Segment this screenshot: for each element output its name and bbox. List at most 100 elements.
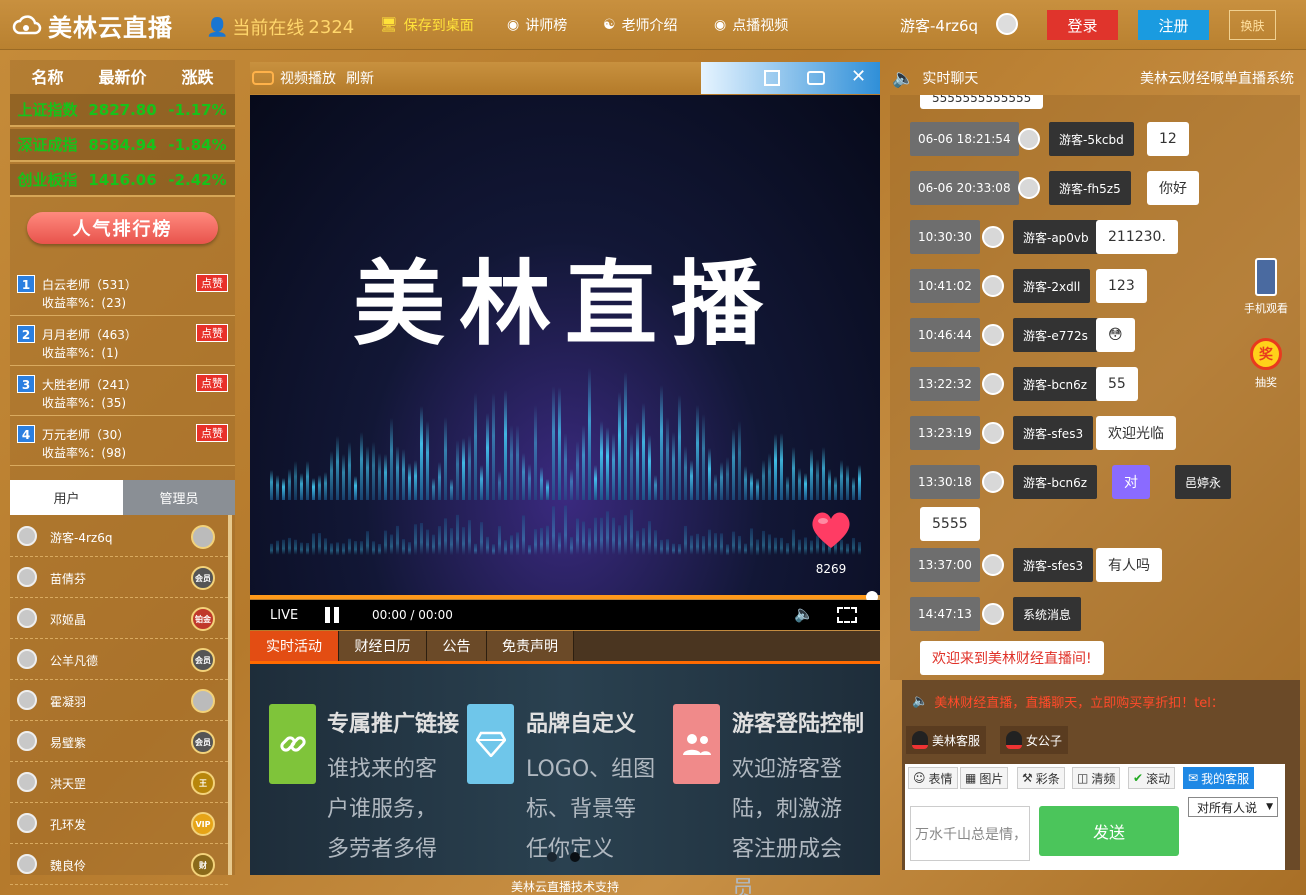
nav-teacher-rank[interactable]: ◉ 讲师榜 — [507, 15, 567, 35]
rank-number: 1 — [17, 275, 35, 293]
message-time: 13:22:32 — [910, 367, 980, 401]
message-nickname[interactable]: 游客-bcn6z — [1013, 465, 1098, 499]
nav-vod[interactable]: ◉ 点播视频 — [714, 15, 788, 35]
message-nickname[interactable]: 游客-sfes3 — [1013, 548, 1094, 582]
autoscroll-toggle[interactable]: ✔ 滚动 — [1128, 767, 1176, 789]
message-time: 10:41:02 — [910, 269, 980, 303]
user-list-item[interactable]: 公羊凡德 会员 — [10, 639, 228, 680]
index-change: -1.17% — [168, 100, 227, 119]
fullscreen-icon[interactable] — [837, 607, 857, 623]
message-nickname[interactable]: 游客-bcn6z — [1013, 367, 1098, 401]
time-display: 00:00 / 00:00 — [372, 608, 453, 622]
user-list-item[interactable]: 霍凝羽 — [10, 680, 228, 721]
message-nickname[interactable]: 游客-sfes3 — [1013, 416, 1094, 450]
index-row: 上证指数 2827.80 -1.17% — [10, 94, 235, 127]
nav-save-desktop[interactable]: 🖥 保存到桌面 — [380, 15, 474, 35]
promo-text: 欢迎游客登陆，刺激游客注册成会员 — [732, 757, 843, 895]
popout-icon[interactable] — [764, 70, 780, 86]
notice-text: 美林财经直播，直播聊天，立即购买享折扣！tel： — [934, 696, 1224, 711]
image-button[interactable]: ▦ 图片 — [960, 767, 1009, 789]
rank-name: 白云老师（531） — [42, 278, 137, 292]
tab-users[interactable]: 用户 — [10, 480, 123, 515]
user-name: 孔环发 — [50, 818, 87, 832]
clear-screen-button[interactable]: ◫ 清频 — [1072, 767, 1121, 789]
emoji-button[interactable]: ☺ 表情 — [908, 767, 958, 789]
user-list-item[interactable]: 孔环发 VIP — [10, 803, 228, 844]
speaker-icon: 🔈 — [892, 67, 915, 89]
skin-button[interactable]: 换肤 — [1229, 10, 1276, 40]
screenshot-icon[interactable] — [807, 71, 825, 85]
message-nickname[interactable]: 游客-ap0vb — [1013, 220, 1099, 254]
video-progress-bar[interactable] — [250, 595, 873, 599]
popularity-ranking-button[interactable]: 人气排行榜 — [27, 212, 218, 244]
pause-icon[interactable] — [325, 607, 339, 623]
index-row: 创业板指 1416.06 -2.42% — [10, 164, 235, 197]
tool-label: 清频 — [1091, 771, 1116, 786]
message-nickname[interactable]: 系统消息 — [1013, 597, 1082, 631]
promo-text: LOGO、组图标、背景等任你定义 — [526, 757, 656, 862]
index-row: 深证成指 8584.94 -1.84% — [10, 129, 235, 162]
lottery[interactable]: 奖 抽奖 — [1242, 338, 1290, 390]
like-button[interactable]: 点赞 — [196, 374, 228, 392]
nav-label: 讲师榜 — [525, 18, 568, 34]
index-change: -2.42% — [168, 170, 227, 189]
user-name: 霍凝羽 — [50, 695, 87, 709]
live-label: LIVE — [270, 608, 299, 623]
user-list-item[interactable]: 游客-4rz6q — [10, 516, 228, 557]
like-button[interactable]: 点赞 — [196, 424, 228, 442]
site-logo[interactable]: 美林云直播 — [12, 7, 173, 43]
message-nickname[interactable]: 游客-5kcbd — [1049, 122, 1134, 156]
message-input[interactable]: 万水千山总是情， — [910, 806, 1030, 861]
carousel-dot[interactable] — [547, 852, 557, 862]
avatar[interactable] — [996, 13, 1018, 35]
avatar — [982, 275, 1004, 297]
tab-announcement[interactable]: 公告 — [427, 631, 487, 661]
refresh-link[interactable]: 刷新 — [346, 68, 374, 88]
tab-live-events[interactable]: 实时活动 — [250, 631, 339, 661]
message-time: 10:30:30 — [910, 220, 980, 254]
user-list-scrollbar[interactable] — [228, 515, 232, 875]
service-contact[interactable]: 女公子 — [1000, 726, 1069, 754]
tab-disclaimer[interactable]: 免责声明 — [487, 631, 574, 661]
user-name: 魏良伶 — [50, 859, 87, 873]
message-nickname[interactable]: 游客-e772s — [1013, 318, 1098, 352]
penguin-icon — [1006, 731, 1022, 749]
like-button[interactable]: 点赞 — [196, 274, 228, 292]
chat-title: 实时聊天 — [922, 71, 979, 87]
nav-label: 老师介绍 — [621, 18, 678, 34]
recipient-select[interactable]: 对所有人说 ▼ — [1188, 797, 1278, 817]
user-list-item[interactable]: 魏良伶 财 — [10, 844, 228, 885]
close-icon[interactable]: ✕ — [851, 66, 866, 87]
send-button[interactable]: 发送 — [1039, 806, 1179, 856]
user-list-item[interactable]: 苗倩芬 会员 — [10, 557, 228, 598]
user-list-item[interactable]: 易璧紫 会员 — [10, 721, 228, 762]
color-bar-button[interactable]: ⚒ 彩条 — [1017, 767, 1065, 789]
message-nickname[interactable]: 游客-fh5z5 — [1049, 171, 1131, 205]
chat-message-text: 欢迎光临 — [1096, 416, 1176, 450]
col-change: 涨跌 — [181, 68, 214, 87]
tab-admins[interactable]: 管理员 — [123, 480, 235, 515]
user-list-item[interactable]: 邓姬晶 铂金 — [10, 598, 228, 639]
rank-name: 月月老师（463） — [42, 328, 137, 342]
mobile-watch[interactable]: 手机观看 — [1242, 258, 1290, 316]
video-stream-title: 美林直播 — [352, 251, 777, 358]
avatar — [982, 471, 1004, 493]
diamond-icon — [467, 704, 514, 784]
rank-number: 3 — [17, 375, 35, 393]
tab-finance-calendar[interactable]: 财经日历 — [339, 631, 427, 661]
my-service-button[interactable]: ✉ 我的客服 — [1183, 767, 1255, 789]
volume-icon[interactable]: 🔈 — [794, 604, 814, 623]
avatar — [982, 373, 1004, 395]
like-button[interactable]: 点赞 — [196, 324, 228, 342]
message-nickname[interactable]: 游客-2xdll — [1013, 269, 1091, 303]
login-button[interactable]: 登录 — [1047, 10, 1118, 40]
nav-teacher-intro[interactable]: ☯ 老师介绍 — [603, 15, 678, 35]
carousel-dot-active[interactable] — [570, 852, 580, 862]
like-count: 8269 — [815, 562, 847, 576]
heart-like-icon[interactable] — [808, 506, 854, 552]
index-price: 8584.94 — [88, 135, 157, 154]
register-button[interactable]: 注册 — [1138, 10, 1209, 40]
recipient-nickname[interactable]: 邑婷永 — [1175, 465, 1232, 499]
user-list-item[interactable]: 洪天罡 王 — [10, 762, 228, 803]
service-contact[interactable]: 美林客服 — [906, 726, 987, 754]
